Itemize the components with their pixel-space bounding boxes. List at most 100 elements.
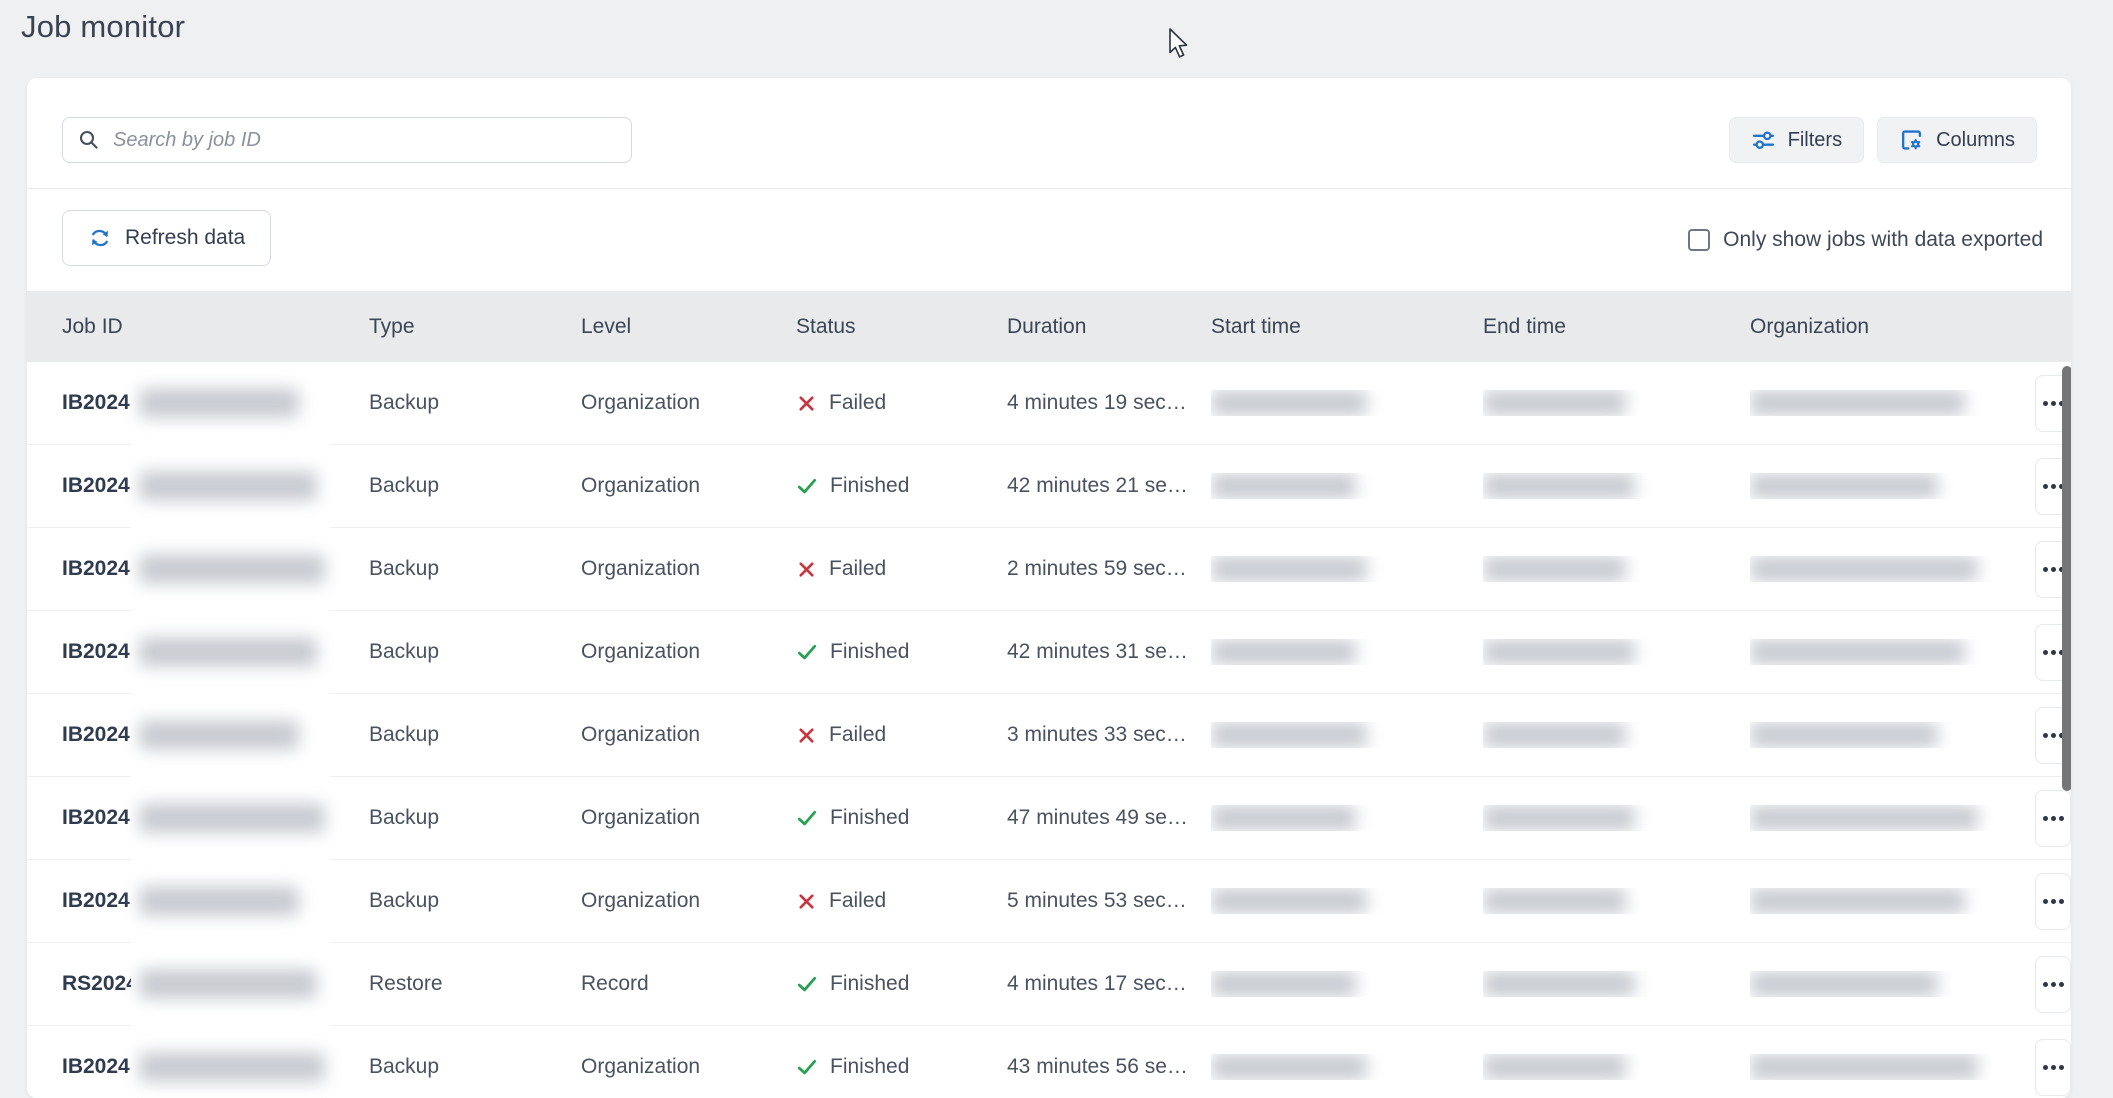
cell-duration: 5 minutes 53 sec…: [1007, 889, 1211, 913]
redacted-start-time: [1211, 971, 1356, 997]
row-actions-button[interactable]: [2035, 790, 2071, 847]
cell-job-id: IB2024: [62, 806, 369, 830]
redacted-end-time: [1483, 556, 1626, 582]
ellipsis-icon: [2043, 733, 2048, 738]
mouse-cursor-arrow: [1168, 28, 1194, 62]
redacted-job-id-suffix: [139, 474, 317, 498]
redacted-end-time: [1483, 722, 1626, 748]
finished-check-icon: [796, 641, 818, 663]
cell-status: Finished: [796, 640, 1007, 664]
table-row: IB2024 Backup Organization Finished 43 m…: [27, 1026, 2071, 1098]
search-box[interactable]: [62, 117, 632, 163]
column-header-level: Level: [581, 315, 796, 339]
cell-duration: 4 minutes 19 sec…: [1007, 391, 1211, 415]
row-actions-button[interactable]: [2035, 873, 2071, 930]
cell-duration: 47 minutes 49 se…: [1007, 806, 1211, 830]
redacted-start-time: [1211, 390, 1367, 416]
cell-organization: [1750, 722, 2035, 748]
table-row: IB2024 Backup Organization Failed 4 minu…: [27, 362, 2071, 445]
cell-actions: [2035, 860, 2071, 942]
cell-type: Backup: [369, 391, 581, 415]
column-header-start-time: Start time: [1211, 315, 1483, 339]
column-header-status: Status: [796, 315, 1007, 339]
finished-check-icon: [796, 1056, 818, 1078]
finished-check-icon: [796, 973, 818, 995]
column-header-job-id: Job ID: [62, 315, 369, 339]
only-exported-label: Only show jobs with data exported: [1723, 228, 2043, 252]
redacted-organization: [1750, 473, 1938, 499]
redacted-start-time: [1211, 639, 1356, 665]
redacted-organization: [1750, 639, 1965, 665]
table-row: IB2024 Backup Organization Failed 2 minu…: [27, 528, 2071, 611]
job-id-prefix: IB2024: [62, 723, 130, 746]
only-exported-checkbox[interactable]: [1688, 229, 1710, 251]
job-id-prefix: IB2024: [62, 806, 130, 829]
finished-check-icon: [796, 807, 818, 829]
redacted-start-time: [1211, 805, 1356, 831]
redacted-job-id-suffix: [139, 723, 299, 747]
cell-start-time: [1211, 556, 1483, 582]
status-label: Finished: [830, 1055, 909, 1079]
status-label: Failed: [829, 889, 886, 913]
cell-start-time: [1211, 473, 1483, 499]
redacted-start-time: [1211, 473, 1356, 499]
cell-duration: 42 minutes 21 se…: [1007, 474, 1211, 498]
ellipsis-icon: [2043, 567, 2048, 572]
redacted-organization: [1750, 1054, 1978, 1080]
cell-organization: [1750, 971, 2035, 997]
column-header-type: Type: [369, 315, 581, 339]
cell-level: Organization: [581, 806, 796, 830]
toolbar-top: Filters Columns: [27, 78, 2071, 188]
cell-actions: [2035, 1026, 2071, 1098]
cell-start-time: [1211, 1054, 1483, 1080]
table-row: RS2024 Restore Record Finished 4 minutes…: [27, 943, 2071, 1026]
row-actions-button[interactable]: [2035, 956, 2071, 1013]
toolbar-buttons: Filters Columns: [1729, 117, 2037, 163]
cell-level: Organization: [581, 391, 796, 415]
columns-button[interactable]: Columns: [1877, 117, 2037, 163]
status-label: Failed: [829, 391, 886, 415]
redacted-end-time: [1483, 390, 1626, 416]
search-input[interactable]: [113, 129, 617, 152]
cell-end-time: [1483, 805, 1750, 831]
ellipsis-icon: [2043, 650, 2048, 655]
refresh-button-label: Refresh data: [125, 226, 245, 250]
redacted-start-time: [1211, 556, 1367, 582]
cell-end-time: [1483, 888, 1750, 914]
cell-level: Record: [581, 972, 796, 996]
redacted-organization: [1750, 971, 1938, 997]
cell-type: Backup: [369, 723, 581, 747]
job-id-prefix: IB2024: [62, 889, 130, 912]
vertical-scrollbar-thumb[interactable]: [2062, 366, 2071, 791]
refresh-data-button[interactable]: Refresh data: [62, 210, 271, 266]
cell-status: Finished: [796, 806, 1007, 830]
cell-start-time: [1211, 805, 1483, 831]
status-label: Finished: [830, 640, 909, 664]
job-id-prefix: IB2024: [62, 474, 130, 497]
cell-start-time: [1211, 722, 1483, 748]
status-label: Failed: [829, 723, 886, 747]
column-header-organization: Organization: [1750, 315, 2035, 339]
ellipsis-icon: [2043, 401, 2048, 406]
cell-end-time: [1483, 722, 1750, 748]
cell-type: Backup: [369, 640, 581, 664]
table-body: IB2024 Backup Organization Failed 4 minu…: [27, 362, 2071, 1098]
table-gear-icon: [1899, 128, 1924, 153]
ellipsis-icon: [2043, 1065, 2048, 1070]
page-title: Job monitor: [21, 9, 185, 45]
cell-level: Organization: [581, 640, 796, 664]
column-header-end-time: End time: [1483, 315, 1750, 339]
cell-status: Finished: [796, 474, 1007, 498]
filters-button[interactable]: Filters: [1729, 117, 1864, 163]
redacted-start-time: [1211, 722, 1367, 748]
redacted-end-time: [1483, 971, 1635, 997]
refresh-arrows-icon: [88, 226, 112, 250]
cell-status: Failed: [796, 391, 1007, 415]
failed-x-icon: [796, 725, 817, 746]
cell-duration: 3 minutes 33 sec…: [1007, 723, 1211, 747]
row-actions-button[interactable]: [2035, 1039, 2071, 1096]
column-header-duration: Duration: [1007, 315, 1211, 339]
cell-organization: [1750, 556, 2035, 582]
cell-start-time: [1211, 390, 1483, 416]
redacted-job-id-suffix: [139, 889, 299, 913]
